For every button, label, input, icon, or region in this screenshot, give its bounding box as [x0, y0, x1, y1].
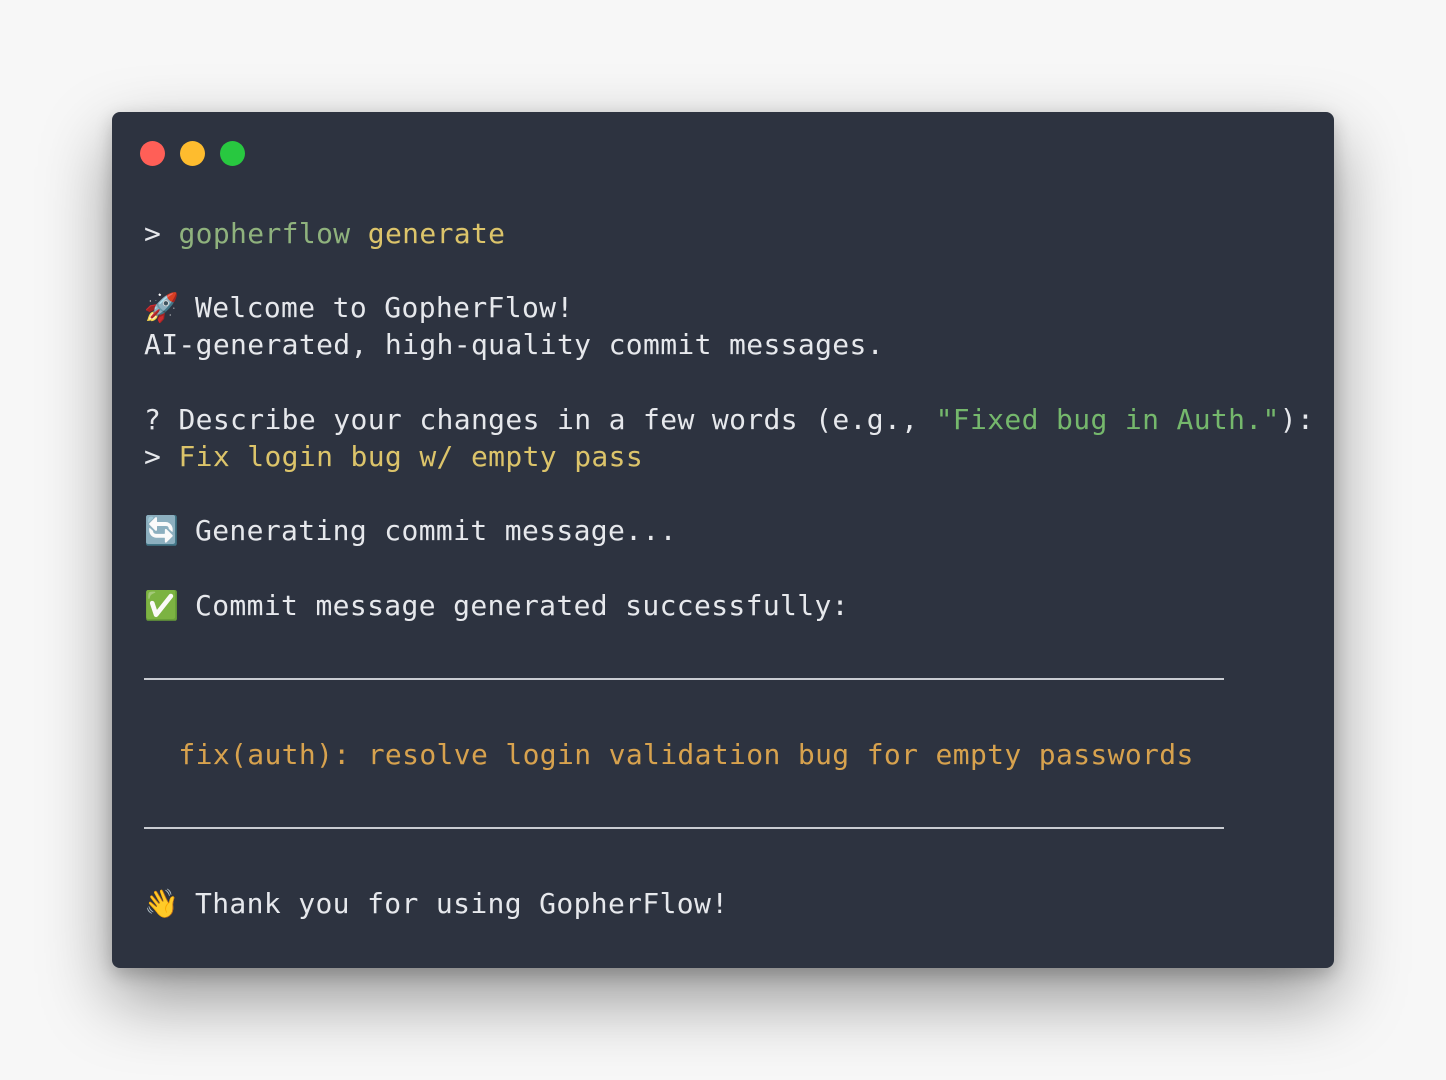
farewell-line: 👋 Thank you for using GopherFlow! — [144, 886, 728, 922]
commit-message: fix(auth): resolve login validation bug … — [178, 738, 1194, 771]
terminal-output: > gopherflow generate 🚀 Welcome to Gopher… — [144, 112, 1314, 920]
success-text: Commit message generated successfully: — [195, 589, 849, 622]
welcome-line: 🚀 Welcome to GopherFlow! — [144, 290, 574, 326]
answer-input[interactable]: Fix login bug w/ empty pass — [178, 440, 643, 473]
commit-message-line: fix(auth): resolve login validation bug … — [144, 737, 1194, 773]
tagline-line: AI-generated, high-quality commit messag… — [144, 327, 884, 363]
tagline-text: AI-generated, high-quality commit messag… — [144, 328, 884, 361]
generating-line: 🔄 Generating commit message... — [144, 513, 677, 549]
question-prefix: ? — [144, 403, 162, 436]
generating-text: Generating commit message... — [195, 514, 677, 547]
success-line: ✅ Commit message generated successfully: — [144, 588, 849, 624]
answer-line: > Fix login bug w/ empty pass — [144, 439, 643, 475]
screenshot-stage: > gopherflow generate 🚀 Welcome to Gopher… — [0, 0, 1446, 1080]
command-name: gopherflow — [178, 217, 351, 250]
check-mark-icon: ✅ — [144, 589, 180, 622]
rocket-icon: 🚀 — [144, 291, 180, 324]
welcome-text: Welcome to GopherFlow! — [195, 291, 574, 324]
command-argument: generate — [367, 217, 506, 250]
waving-hand-icon: 👋 — [144, 887, 180, 920]
top-divider — [144, 678, 1224, 680]
command-line: > gopherflow generate — [144, 216, 505, 252]
question-text: Describe your changes in a few words (e.… — [178, 403, 936, 436]
farewell-text: Thank you for using GopherFlow! — [195, 887, 729, 920]
terminal-window: > gopherflow generate 🚀 Welcome to Gopher… — [112, 112, 1334, 968]
question-example: "Fixed bug in Auth." — [935, 403, 1280, 436]
bottom-divider — [144, 827, 1224, 829]
arrows-cycle-icon: 🔄 — [144, 514, 180, 547]
prompt-symbol: > — [144, 217, 162, 250]
answer-prompt: > — [144, 440, 162, 473]
question-suffix: ): — [1279, 403, 1315, 436]
question-line: ? Describe your changes in a few words (… — [144, 402, 1314, 438]
